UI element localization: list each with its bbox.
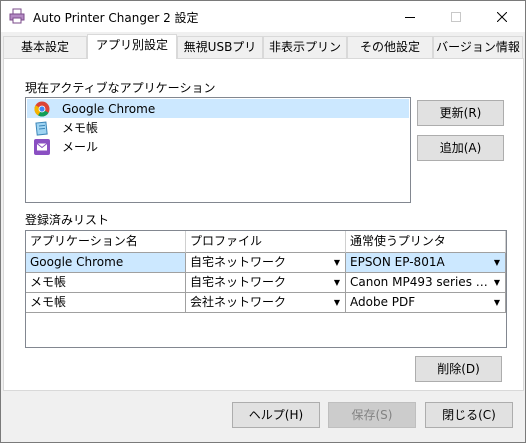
title-bar[interactable]: Auto Printer Changer 2 設定 <box>1 1 525 32</box>
settings-window: Auto Printer Changer 2 設定 基本設定 アプリ別設定 無視… <box>0 0 526 443</box>
profile-select[interactable]: 自宅ネットワーク ▼ <box>186 273 346 293</box>
list-item-label: メモ帳 <box>62 121 99 135</box>
chevron-down-icon[interactable]: ▼ <box>491 276 503 289</box>
chevron-down-icon[interactable]: ▼ <box>331 276 343 289</box>
dialog-footer: ヘルプ(H) 保存(S) 閉じる(C) <box>1 392 525 442</box>
chevron-down-icon[interactable]: ▼ <box>491 256 503 269</box>
tab-hidden-printers[interactable]: 非表示プリンタ <box>263 36 347 74</box>
mail-icon <box>34 138 50 155</box>
printer-value: Adobe PDF <box>350 295 416 309</box>
registered-list-grid: アプリケーション名 プロファイル 通常使うプリンタ Google Chrome … <box>25 230 507 348</box>
app-name-cell[interactable]: メモ帳 <box>26 273 186 293</box>
chrome-icon <box>34 101 50 117</box>
chevron-down-icon[interactable]: ▼ <box>331 296 343 309</box>
chevron-down-icon[interactable]: ▼ <box>491 296 503 309</box>
column-header-printer[interactable]: 通常使うプリンタ <box>346 231 506 253</box>
active-apps-label: 現在アクティブなアプリケーション <box>25 81 216 95</box>
close-button[interactable]: 閉じる(C) <box>425 402 513 428</box>
printer-icon <box>9 8 25 24</box>
add-button[interactable]: 追加(A) <box>417 135 504 161</box>
help-button[interactable]: ヘルプ(H) <box>232 402 320 428</box>
column-header-app[interactable]: アプリケーション名 <box>26 231 186 253</box>
tab-version-info[interactable]: バージョン情報 <box>433 36 523 58</box>
app-name-cell[interactable]: Google Chrome <box>26 253 186 273</box>
grid-header: アプリケーション名 プロファイル 通常使うプリンタ <box>26 231 506 253</box>
profile-value: 自宅ネットワーク <box>190 255 287 269</box>
minimize-button[interactable] <box>387 1 433 32</box>
tab-ignore-usb-printers[interactable]: 無視USBプリンタ <box>177 36 263 74</box>
printer-select[interactable]: EPSON EP-801A ▼ <box>346 253 506 273</box>
close-window-button[interactable] <box>479 1 525 32</box>
save-button[interactable]: 保存(S) <box>328 402 416 428</box>
app-settings-panel: 現在アクティブなアプリケーション Google Chrome メモ帳 メール 更… <box>3 58 524 391</box>
table-row[interactable]: メモ帳 自宅ネットワーク ▼ Canon MP493 series Pr... … <box>26 273 506 293</box>
app-name-cell[interactable]: メモ帳 <box>26 293 186 313</box>
tab-app-settings[interactable]: アプリ別設定 <box>87 34 177 59</box>
tab-strip: 基本設定 アプリ別設定 無視USBプリンタ 非表示プリンタ その他設定 バージョ… <box>3 34 525 74</box>
refresh-button[interactable]: 更新(R) <box>417 100 504 126</box>
list-item[interactable]: メモ帳 <box>27 118 409 137</box>
maximize-button[interactable] <box>433 1 479 32</box>
printer-select[interactable]: Adobe PDF ▼ <box>346 293 506 313</box>
tab-basic-settings[interactable]: 基本設定 <box>3 36 87 58</box>
list-item-label: メール <box>62 140 99 154</box>
list-item[interactable]: メール <box>27 137 409 156</box>
column-header-profile[interactable]: プロファイル <box>186 231 346 253</box>
notepad-icon <box>34 120 50 136</box>
list-item[interactable]: Google Chrome <box>27 99 409 118</box>
profile-value: 自宅ネットワーク <box>190 275 287 289</box>
list-item-label: Google Chrome <box>62 101 156 116</box>
printer-value: EPSON EP-801A <box>350 255 445 269</box>
printer-value: Canon MP493 series Pr... <box>350 275 499 289</box>
delete-button[interactable]: 削除(D) <box>415 356 502 382</box>
profile-select[interactable]: 会社ネットワーク ▼ <box>186 293 346 313</box>
profile-select[interactable]: 自宅ネットワーク ▼ <box>186 253 346 273</box>
tab-other-settings[interactable]: その他設定 <box>347 36 433 58</box>
chevron-down-icon[interactable]: ▼ <box>331 256 343 269</box>
table-row[interactable]: メモ帳 会社ネットワーク ▼ Adobe PDF ▼ <box>26 293 506 313</box>
window-title: Auto Printer Changer 2 設定 <box>33 11 199 25</box>
registered-list-label: 登録済みリスト <box>25 213 110 227</box>
printer-select[interactable]: Canon MP493 series Pr... ▼ <box>346 273 506 293</box>
active-apps-list[interactable]: Google Chrome メモ帳 メール <box>25 97 411 203</box>
table-row[interactable]: Google Chrome 自宅ネットワーク ▼ EPSON EP-801A ▼ <box>26 253 506 273</box>
profile-value: 会社ネットワーク <box>190 295 287 309</box>
